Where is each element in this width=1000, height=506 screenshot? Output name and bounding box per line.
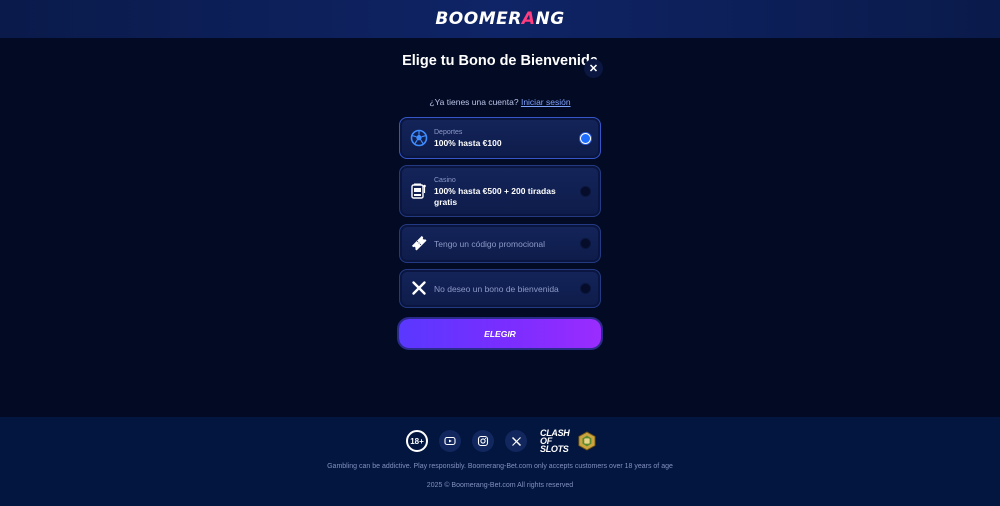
option-title: 100% hasta €100: [434, 138, 502, 148]
soccer-ball-icon: [410, 129, 428, 147]
promo-ticket-icon: [410, 234, 428, 252]
option-radio[interactable]: [580, 186, 591, 197]
top-bar: BOOMERANG: [0, 0, 1000, 38]
option-label: No deseo un bono de bienvenida: [434, 284, 559, 294]
copyright: 2025 © Boomerang-Bet.com All rights rese…: [426, 482, 574, 489]
footer: 18+ CLASH OF SLOTS Gambling can be addic…: [0, 417, 1000, 506]
slot-machine-icon: [410, 182, 428, 200]
option-category: Casino: [434, 177, 456, 184]
bonus-option-promo-code[interactable]: Tengo un código promocional: [399, 224, 601, 263]
close-icon: ✕: [588, 63, 599, 75]
clash-of-slots-text: CLASH OF SLOTS: [540, 429, 578, 454]
option-title: 100% hasta €500 + 200 tiradas gratis: [434, 186, 556, 207]
close-button[interactable]: ✕: [584, 59, 603, 78]
bonus-option-casino[interactable]: Casino 100% hasta €500 + 200 tiradas gra…: [399, 165, 601, 217]
logo-text-main: BOOMER: [435, 9, 522, 29]
option-category: Deportes: [434, 129, 463, 136]
gambling-disclaimer: Gambling can be addictive. Play responsi…: [327, 463, 673, 470]
login-prompt: ¿Ya tienes una cuenta? Iniciar sesión: [400, 97, 600, 107]
bonus-option-sports[interactable]: Deportes 100% hasta €100: [399, 117, 601, 159]
option-radio[interactable]: [580, 133, 591, 144]
option-radio[interactable]: [580, 238, 591, 249]
clash-shield-icon: [578, 431, 596, 451]
modal-title: Elige tu Bono de Bienvenida: [402, 53, 598, 69]
option-radio[interactable]: [580, 283, 591, 294]
option-label: Tengo un código promocional: [434, 239, 546, 249]
partner-line2: OF SLOTS: [540, 436, 569, 454]
logo-text-end: NG: [535, 9, 565, 29]
age-restriction-badge: 18+: [406, 430, 428, 452]
logo-text-accent: A: [521, 9, 536, 29]
boomerang-logo[interactable]: BOOMERANG: [435, 9, 564, 29]
youtube-icon[interactable]: [439, 430, 461, 452]
login-link[interactable]: Iniciar sesión: [521, 97, 571, 107]
x-twitter-icon[interactable]: [505, 430, 527, 452]
login-prompt-text: ¿Ya tienes una cuenta?: [429, 97, 519, 107]
clash-of-slots-logo[interactable]: CLASH OF SLOTS: [540, 429, 596, 454]
instagram-icon[interactable]: [472, 430, 494, 452]
bonus-option-no-bonus[interactable]: No deseo un bono de bienvenida: [399, 269, 601, 308]
x-icon: [410, 279, 428, 297]
elegir-button[interactable]: ELEGIR: [399, 319, 601, 348]
